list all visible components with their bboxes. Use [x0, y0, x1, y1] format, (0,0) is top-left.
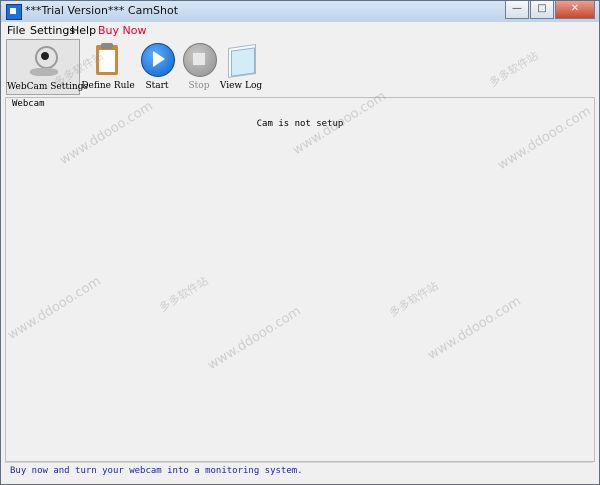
stop-icon [182, 42, 217, 77]
webcam-settings-label: WebCam Settings [7, 82, 89, 92]
minimize-button[interactable]: — [505, 1, 529, 19]
menu-settings[interactable]: Settings [30, 24, 75, 37]
webcam-settings-button[interactable]: WebCam Settings [6, 39, 89, 95]
start-label: Start [145, 81, 169, 91]
window-controls: — □ ✕ [504, 1, 595, 19]
start-button[interactable]: Start [137, 39, 177, 95]
menu-help[interactable]: Help [71, 24, 96, 37]
webcam-panel: Webcam Cam is not setup [5, 97, 595, 462]
view-log-label: View Log [219, 81, 263, 91]
stop-label: Stop [188, 81, 210, 91]
webcam-icon [27, 43, 61, 77]
clipboard-icon [91, 42, 125, 76]
cam-status-text: Cam is not setup [256, 119, 344, 129]
stop-button[interactable]: Stop [179, 39, 219, 95]
app-window: ***Trial Version*** CamShot — □ ✕ File S… [0, 0, 600, 485]
menu-buy-now[interactable]: Buy Now [98, 24, 146, 37]
menu-file[interactable]: File [7, 24, 25, 37]
log-book-icon [224, 42, 258, 78]
maximize-button[interactable]: □ [530, 1, 554, 19]
define-rule-label: Define Rule [81, 81, 135, 91]
play-icon [140, 42, 175, 77]
status-message: Buy now and turn your webcam into a moni… [10, 466, 303, 476]
window-title: ***Trial Version*** CamShot [25, 4, 179, 17]
title-bar[interactable]: ***Trial Version*** CamShot — □ ✕ [1, 1, 599, 22]
status-bar: Buy now and turn your webcam into a moni… [5, 462, 593, 481]
menu-bar: File Settings Help Buy Now [1, 22, 599, 39]
webcam-group-label: Webcam [12, 99, 45, 109]
app-icon [6, 4, 22, 20]
define-rule-button[interactable]: Define Rule [81, 39, 135, 95]
view-log-button[interactable]: View Log [219, 39, 263, 95]
toolbar: WebCam Settings Define Rule Start Stop V [1, 39, 599, 97]
close-button[interactable]: ✕ [555, 1, 595, 19]
